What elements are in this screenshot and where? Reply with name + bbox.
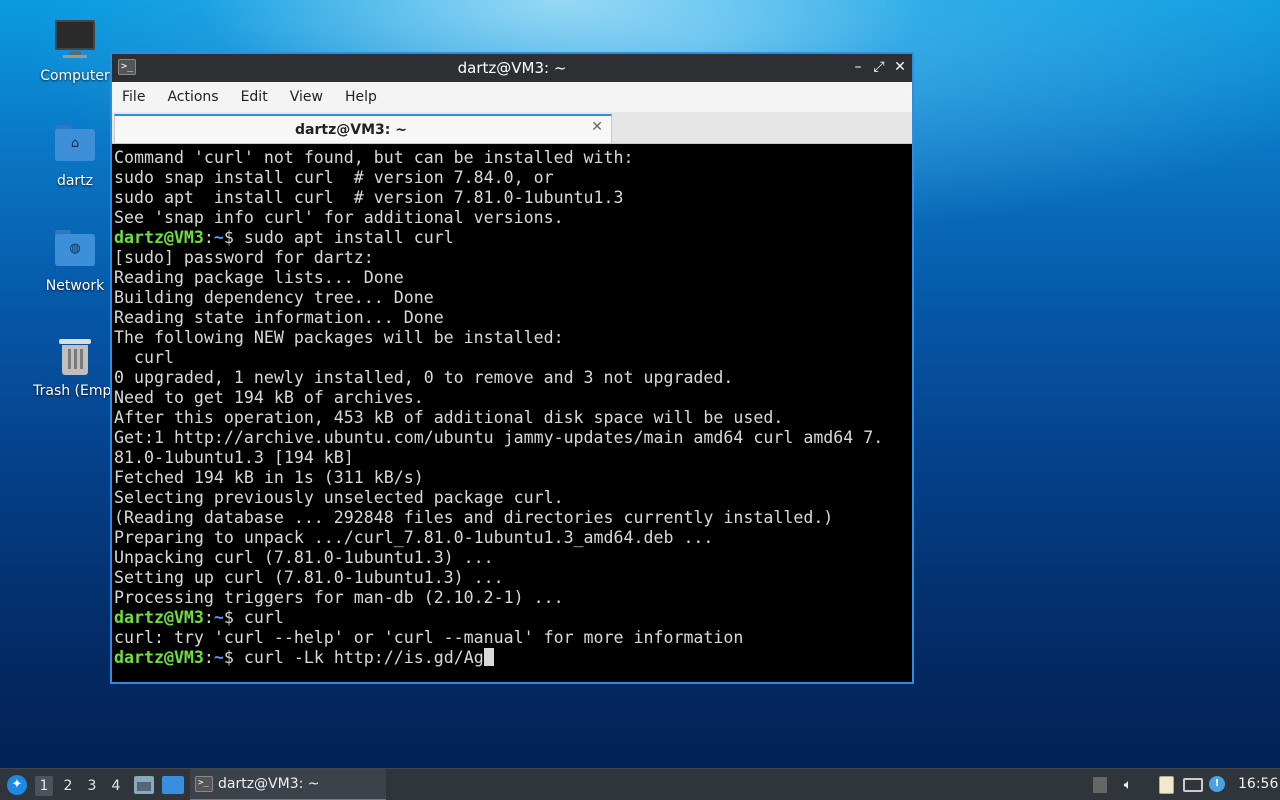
maximize-button[interactable]: ⤢ [869,57,889,77]
volume-icon[interactable]: 🔈︎ [1118,775,1138,795]
workspace-1[interactable]: 1 [35,776,53,796]
terminal-line: Reading package lists... Done [114,268,404,287]
prompt-path: ~ [213,228,224,247]
terminal-line: The following NEW packages will be insta… [114,328,564,347]
desktop-icon-label: Computer [40,68,110,84]
start-menu-button[interactable]: ✦ [4,769,30,800]
desktop-icon-label: Trash (Empt [33,383,117,399]
terminal-line: Processing triggers for man-db (2.10.2-1… [114,588,564,607]
terminal-line: See 'snap info curl' for additional vers… [114,208,564,227]
terminal-line: Command 'curl' not found, but can be ins… [114,148,634,167]
terminal-line: After this operation, 453 kB of addition… [114,408,784,427]
prompt-path: ~ [213,608,224,627]
menu-view[interactable]: View [290,89,323,105]
terminal-line: Reading state information... Done [114,308,444,327]
menu-actions[interactable]: Actions [167,89,218,105]
terminal-line: Fetched 194 kB in 1s (311 kB/s) [114,468,424,487]
terminal-line: [sudo] password for dartz: [114,248,374,267]
taskbar: ✦ 1 2 3 4 >_ dartz@VM3: ~ 🔈︎ ! 16:56 [0,768,1280,800]
menu-edit[interactable]: Edit [241,89,268,105]
prompt-path: ~ [213,648,224,667]
show-desktop-icon[interactable] [162,776,184,794]
workspace-4[interactable]: 4 [107,776,125,796]
command-text: curl -Lk http://is.gd/Ag [233,648,484,667]
computer-icon [53,18,97,62]
menubar: File Actions Edit View Help [112,82,912,112]
terminal-line: Building dependency tree... Done [114,288,434,307]
terminal-line: Setting up curl (7.81.0-1ubuntu1.3) ... [114,568,504,587]
terminal-icon: >_ [195,776,213,792]
prompt-user: dartz@VM3 [114,228,204,247]
task-label: dartz@VM3: ~ [218,776,320,792]
network-icon[interactable] [1182,775,1203,795]
trash-icon [53,333,97,377]
terminal-line: dartz@VM3:~$ curl [114,608,284,627]
close-button[interactable]: ✕ [890,57,910,77]
taskbar-task-terminal[interactable]: >_ dartz@VM3: ~ [190,769,386,800]
tab-bar: dartz@VM3: ~ ✕ [112,112,912,144]
prompt-symbol: $ [223,648,234,667]
file-manager-icon[interactable] [134,776,154,794]
terminal-line: curl [114,348,174,367]
update-notifier-icon[interactable]: ! [1208,775,1228,795]
window-title: dartz@VM3: ~ [457,59,567,77]
terminal-line: (Reading database ... 292848 files and d… [114,508,834,527]
command-text: curl [233,608,284,627]
terminal-line: sudo snap install curl # version 7.84.0,… [114,168,554,187]
workspace-3[interactable]: 3 [83,776,101,796]
terminal-line: Get:1 http://archive.ubuntu.com/ubuntu j… [114,428,884,447]
home-folder-icon: ⌂ [53,123,97,167]
terminal-line: Preparing to unpack .../curl_7.81.0-1ubu… [114,528,714,547]
desktop-icon-label: Network [45,278,105,294]
terminal-line: Unpacking curl (7.81.0-1ubuntu1.3) ... [114,548,494,567]
network-folder-icon: ◍ [53,228,97,272]
tab-close-icon[interactable]: ✕ [591,119,603,135]
prompt-symbol: $ [223,608,234,627]
terminal-line: 81.0-1ubuntu1.3 [194 kB] [114,448,354,467]
terminal-line: dartz@VM3:~$ sudo apt install curl [114,228,454,247]
prompt-user: dartz@VM3 [114,648,204,667]
terminal-line: curl: try 'curl --help' or 'curl --manua… [114,628,744,647]
text-cursor [483,648,494,666]
tab-label: dartz@VM3: ~ [295,122,407,138]
lubuntu-start-icon: ✦ [7,775,27,795]
menu-file[interactable]: File [122,89,145,105]
terminal-line: dartz@VM3:~$ curl -Lk http://is.gd/Ag [114,648,912,668]
clipboard-icon[interactable] [1156,775,1176,795]
menu-help[interactable]: Help [345,89,377,105]
command-text: sudo apt install curl [233,228,454,247]
window-titlebar[interactable]: >_ dartz@VM3: ~ – ⤢ ✕ [112,54,912,82]
tab-terminal[interactable]: dartz@VM3: ~ ✕ [114,114,612,143]
desktop-icon-label: dartz [56,173,94,189]
minimize-button[interactable]: – [848,57,868,77]
workspace-2[interactable]: 2 [59,776,77,796]
prompt-user: dartz@VM3 [114,608,204,627]
terminal-line: sudo apt install curl # version 7.81.0-1… [114,188,624,207]
terminal-line: Selecting previously unselected package … [114,488,564,507]
prompt-symbol: $ [223,228,234,247]
terminal-line: 0 upgraded, 1 newly installed, 0 to remo… [114,368,734,387]
eject-icon[interactable] [1090,775,1110,795]
clock[interactable]: 16:56 [1238,776,1278,800]
terminal-output[interactable]: Command 'curl' not found, but can be ins… [112,144,912,682]
terminal-window: >_ dartz@VM3: ~ – ⤢ ✕ File Actions Edit … [110,52,914,684]
terminal-line: Need to get 194 kB of archives. [114,388,424,407]
